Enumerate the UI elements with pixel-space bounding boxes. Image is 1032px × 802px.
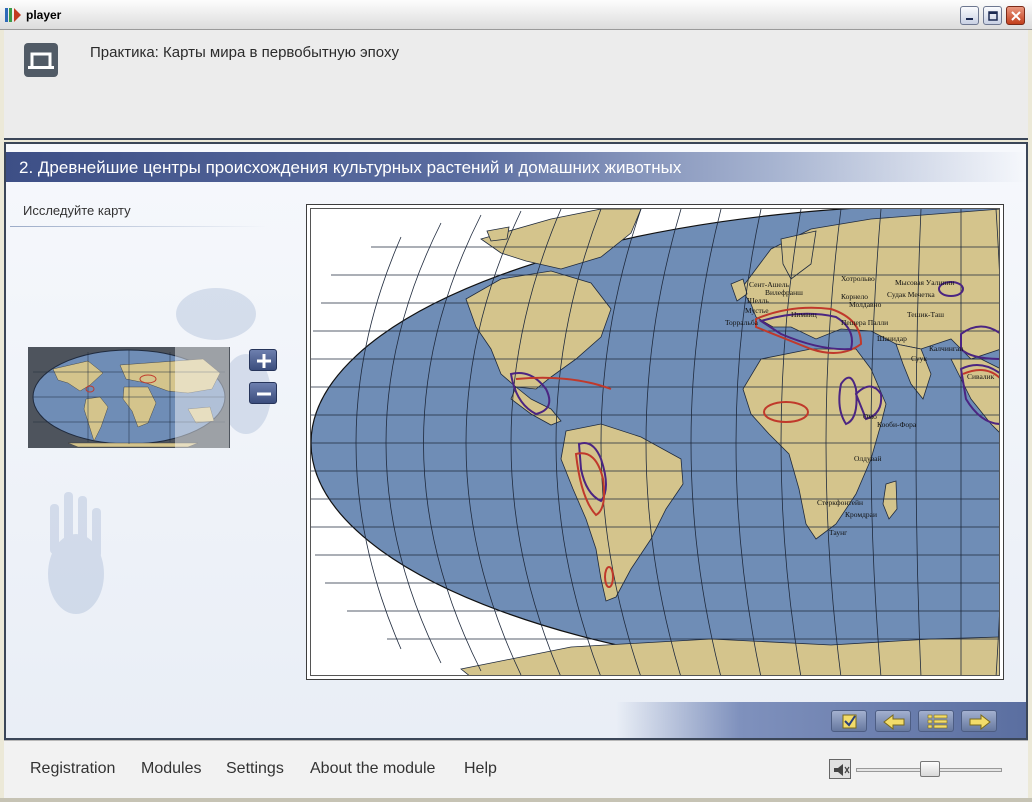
next-button[interactable] [961, 710, 997, 732]
map-label: Судак Мечетка [887, 290, 935, 299]
map-label: Хотрольво [841, 274, 875, 283]
map-label: Вилефранш [765, 288, 803, 297]
zoom-out-button[interactable] [249, 382, 277, 404]
volume-slider[interactable] [856, 761, 1002, 777]
module-header: Практика: Карты мира в первобытную эпоху [4, 30, 1028, 140]
menu-about-module[interactable]: About the module [310, 760, 435, 778]
mute-button[interactable] [829, 759, 851, 779]
breadcrumb: Практика: Карты мира в первобытную эпоху [90, 44, 399, 61]
map-label: Шелль [747, 296, 769, 305]
map-label: Пещера Палли [841, 318, 888, 327]
world-map[interactable]: Хотрольво Мысовая Уалипин Сент-Ашель Вилеф… [310, 208, 1000, 676]
footer-bar: Registration Modules Settings About the … [4, 740, 1028, 799]
window-bottom-edge [0, 798, 1032, 802]
map-label: Таунг [829, 528, 847, 537]
close-icon [1011, 11, 1021, 21]
map-label: Олдувай [854, 454, 882, 463]
map-label: Сивалик [967, 372, 995, 381]
previous-button[interactable] [875, 710, 911, 732]
lesson-stage: 2. Древнейшие центры происхождения культ… [4, 142, 1028, 740]
map-label: Суук [911, 354, 927, 363]
map-label: Торральба [725, 318, 759, 327]
check-icon [842, 714, 857, 729]
module-icon [24, 43, 58, 77]
lesson-banner: 2. Древнейшие центры происхождения культ… [6, 152, 1026, 182]
map-label: Шанидар [877, 334, 907, 343]
map-label: Калчингаи [929, 344, 963, 353]
arrow-right-icon [969, 713, 991, 731]
map-label: Мустье [745, 306, 769, 315]
subtitle-divider [10, 226, 268, 227]
minimap[interactable] [28, 347, 230, 448]
menu-modules[interactable]: Modules [141, 760, 201, 778]
map-label: Кооби-Фора [877, 420, 917, 429]
map-label: Омо [863, 412, 877, 421]
window-title: player [26, 8, 62, 22]
speaker-icon [834, 764, 850, 776]
map-frame: Хотрольво Мысовая Уалипин Сент-Ашель Вилеф… [306, 204, 1004, 680]
contents-button[interactable] [918, 710, 954, 732]
arrow-left-icon [883, 713, 905, 731]
minimize-button[interactable] [960, 6, 979, 25]
map-label: Молдавно [849, 300, 882, 309]
zoom-in-icon [257, 354, 271, 368]
lesson-subtitle: Исследуйте карту [23, 203, 131, 218]
menu-settings[interactable]: Settings [226, 760, 284, 778]
zoom-out-icon [257, 392, 271, 396]
handprint-watermark [48, 288, 271, 614]
zoom-in-button[interactable] [249, 349, 277, 371]
world-map-svg: Хотрольво Мысовая УалипинСент-Ашель Вилеф… [311, 209, 999, 675]
map-label: Мысовая Уалипин [895, 278, 954, 287]
menu-help[interactable]: Help [464, 760, 497, 778]
map-label: Нимвиц [791, 310, 817, 319]
map-label: Кромдраи [845, 510, 877, 519]
close-button[interactable] [1006, 6, 1025, 25]
minimize-icon [966, 18, 973, 20]
window-titlebar: player [0, 0, 1032, 30]
list-icon [927, 714, 948, 729]
map-label: Стеркфонтейн [817, 498, 863, 507]
check-button[interactable] [831, 710, 867, 732]
map-label: Тешик-Таш [907, 310, 944, 319]
maximize-icon [988, 11, 998, 21]
menu-registration[interactable]: Registration [30, 760, 115, 778]
minimap-viewport[interactable] [175, 347, 230, 448]
lesson-heading: 2. Древнейшие центры происхождения культ… [19, 158, 682, 177]
maximize-button[interactable] [983, 6, 1002, 25]
volume-thumb[interactable] [920, 761, 940, 777]
app-logo-icon [5, 8, 21, 22]
